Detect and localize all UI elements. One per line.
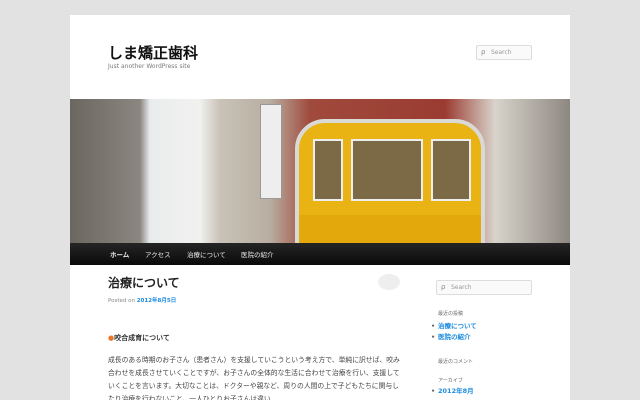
header-image[interactable] (70, 99, 570, 243)
search-icon: ρ (441, 283, 446, 291)
main-nav: ホーム アクセス 治療について 医院の紹介 (70, 243, 570, 265)
comment-bubble-icon[interactable] (378, 274, 400, 290)
tram (295, 119, 485, 243)
sidebar-search-input[interactable]: ρ Search (436, 280, 532, 295)
posted-on-label: Posted on (108, 298, 135, 304)
archive-link[interactable]: 2012年8月 (431, 387, 474, 395)
post-title[interactable]: 治療について (108, 274, 180, 291)
nav-treatment[interactable]: 治療について (187, 249, 226, 259)
post-date-link[interactable]: 2012年8月5日 (137, 298, 176, 304)
recent-comments-title: 最近のコメント (438, 359, 474, 365)
site-description: Just another WordPress site (108, 63, 191, 70)
recent-post-link[interactable]: 医院の紹介 (431, 333, 470, 341)
post-subheading: ●咬合成育について (108, 333, 170, 343)
hotel-sign (260, 104, 282, 199)
page: しま矯正歯科 Just another WordPress site ρ Sear… (70, 15, 570, 400)
nav-clinic[interactable]: 医院の紹介 (241, 249, 274, 259)
header-search-input[interactable]: ρ Search (476, 45, 532, 60)
post-body: 成長のある時期のお子さん（患者さん）を支援していこうという考え方で、単純に訳せば… (108, 356, 400, 400)
search-icon: ρ (481, 48, 486, 56)
subheading-text: 咬合成育について (114, 334, 170, 342)
search-placeholder: Search (451, 284, 472, 291)
recent-post-link[interactable]: 治療について (431, 322, 477, 330)
archives-title: アーカイブ (438, 378, 463, 384)
post-meta: Posted on 2012年8月5日 (108, 296, 176, 304)
site-title[interactable]: しま矯正歯科 (108, 42, 198, 63)
nav-access[interactable]: アクセス (145, 249, 171, 259)
nav-home[interactable]: ホーム (110, 249, 129, 259)
recent-posts-title: 最近の投稿 (438, 311, 464, 317)
search-placeholder: Search (491, 49, 512, 56)
